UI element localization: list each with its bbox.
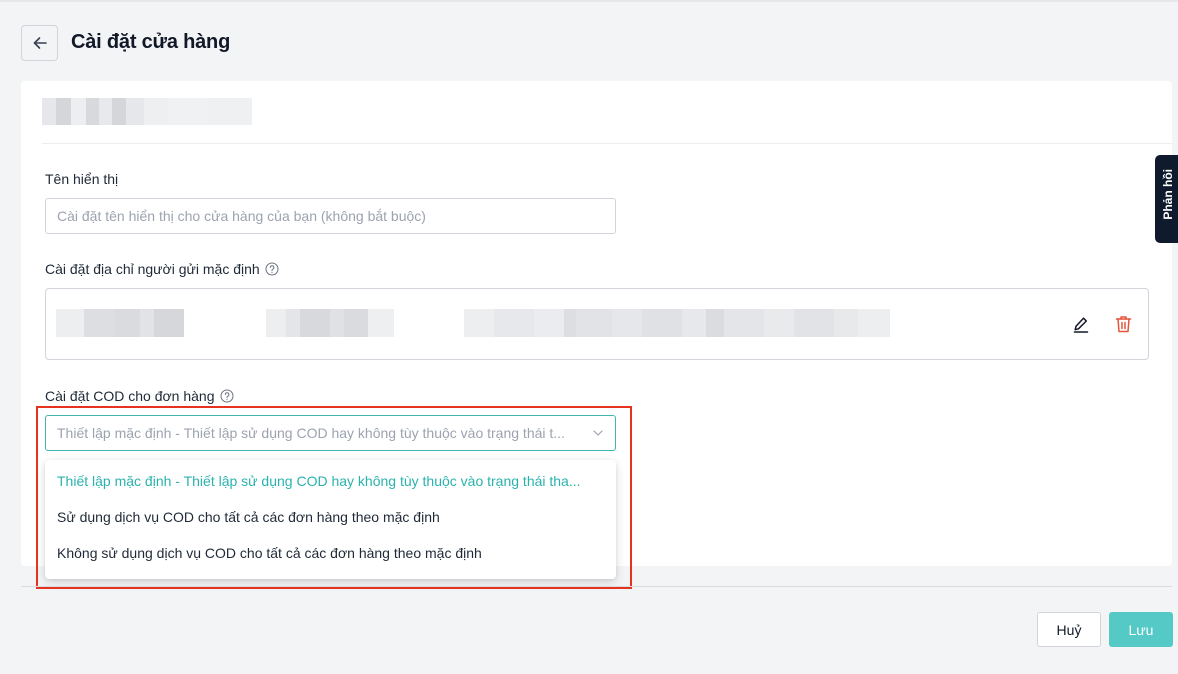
save-button[interactable]: Lưu [1109, 612, 1173, 647]
cod-option-label: Thiết lập mặc định - Thiết lập sử dụng C… [57, 473, 581, 489]
cod-select-value: Thiết lập mặc định - Thiết lập sử dụng C… [57, 425, 565, 441]
sender-address-card [45, 288, 1149, 360]
sender-address-redacted [464, 309, 898, 337]
footer-divider [21, 586, 1172, 587]
display-name-label-text: Tên hiển thị [45, 171, 119, 187]
sender-address-label-text: Cài đặt địa chỉ người gửi mặc định [45, 261, 260, 277]
delete-address-button[interactable] [1112, 313, 1134, 335]
store-name-redacted [42, 98, 252, 125]
page-title: Cài đặt cửa hàng [71, 31, 231, 53]
question-circle-icon[interactable] [265, 262, 279, 276]
back-button[interactable] [21, 25, 58, 61]
cod-select[interactable]: Thiết lập mặc định - Thiết lập sử dụng C… [45, 415, 616, 451]
chevron-down-icon [592, 427, 604, 439]
sender-name-redacted [56, 309, 184, 337]
sender-phone-redacted [266, 309, 394, 337]
cod-option-default[interactable]: Thiết lập mặc định - Thiết lập sử dụng C… [45, 463, 616, 499]
sender-address-label: Cài đặt địa chỉ người gửi mặc định [45, 261, 279, 277]
display-name-input[interactable] [45, 198, 616, 234]
cod-dropdown-menu: Thiết lập mặc định - Thiết lập sử dụng C… [45, 460, 616, 579]
trash-icon [1115, 315, 1132, 333]
cod-label: Cài đặt COD cho đơn hàng [45, 388, 234, 404]
pencil-icon [1072, 315, 1090, 333]
cod-option-use-cod[interactable]: Sử dụng dịch vụ COD cho tất cả các đơn h… [45, 499, 616, 535]
store-settings-page: Cài đặt cửa hàng Tên hiển thị Cài đặt đị… [0, 0, 1178, 674]
top-divider [0, 0, 1178, 2]
arrow-left-icon [32, 35, 48, 51]
card-divider [42, 143, 1172, 144]
cancel-button[interactable]: Huỷ [1037, 612, 1101, 647]
feedback-tab[interactable]: Phản hồi [1155, 155, 1178, 243]
cod-option-label: Không sử dụng dịch vụ COD cho tất cả các… [57, 545, 482, 561]
cod-option-no-cod[interactable]: Không sử dụng dịch vụ COD cho tất cả các… [45, 535, 616, 571]
cod-option-label: Sử dụng dịch vụ COD cho tất cả các đơn h… [57, 509, 440, 525]
display-name-label: Tên hiển thị [45, 171, 118, 187]
cod-label-text: Cài đặt COD cho đơn hàng [45, 388, 215, 404]
question-circle-icon[interactable] [220, 389, 234, 403]
edit-address-button[interactable] [1070, 313, 1092, 335]
feedback-tab-label: Phản hồi [1161, 169, 1175, 220]
